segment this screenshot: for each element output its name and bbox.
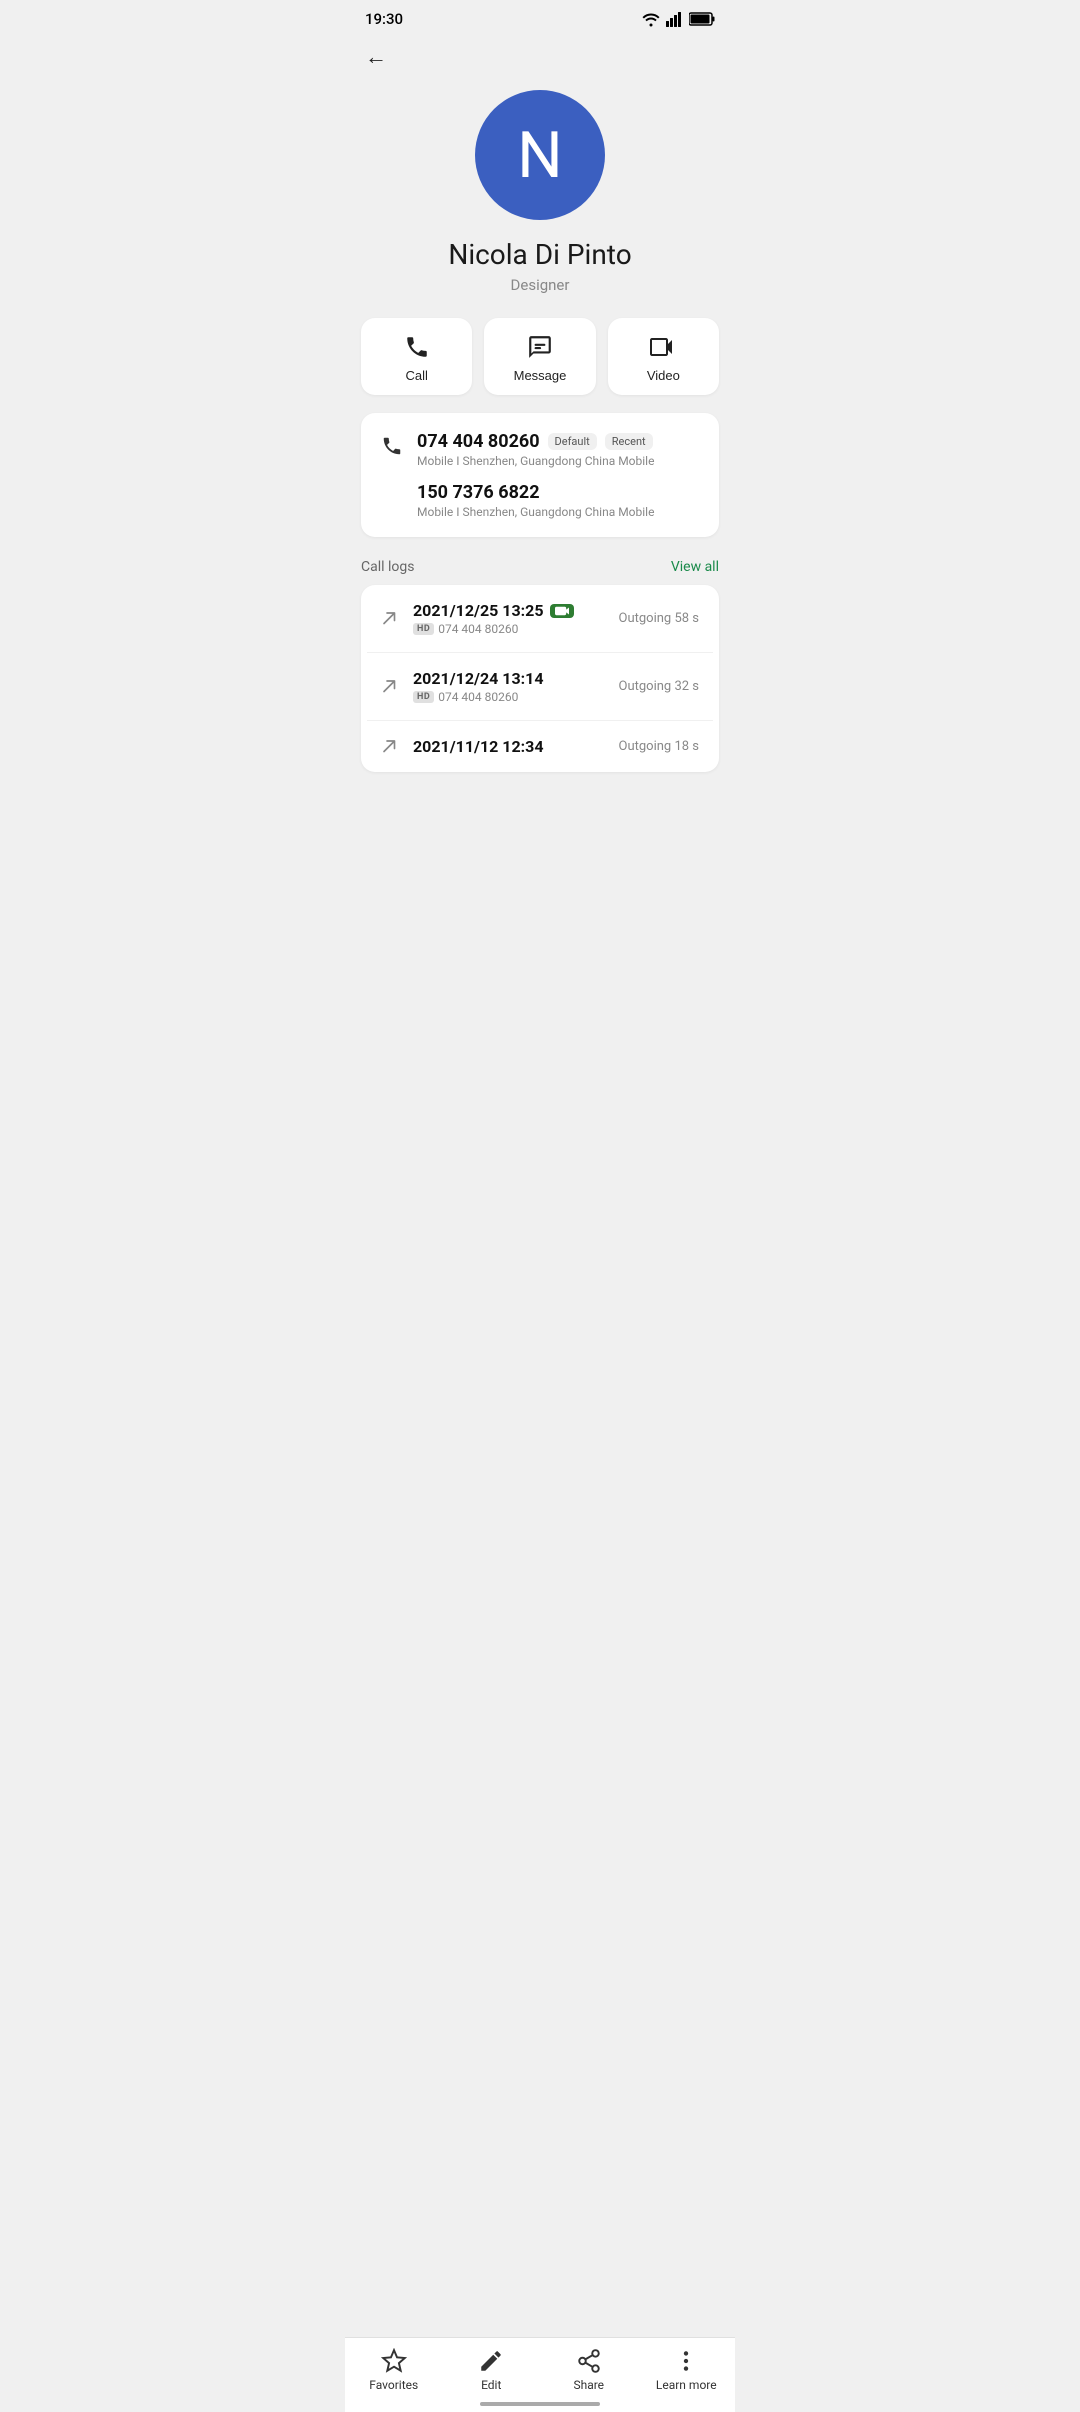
avatar-section: N (345, 90, 735, 220)
bottom-nav: Favorites Edit Share Learn more (345, 2337, 735, 2412)
badge-default: Default (548, 433, 597, 450)
contact-name: Nicola Di Pinto (345, 238, 735, 271)
phone-entry-1: 074 404 80260 Default Recent Mobile I Sh… (381, 431, 699, 519)
nav-item-share[interactable]: Share (540, 2348, 638, 2392)
battery-icon (689, 12, 715, 26)
call-number-row-2: HD 074 404 80260 (413, 690, 609, 704)
avatar-initial: N (517, 118, 563, 193)
outgoing-arrow-icon-3 (381, 738, 399, 756)
call-number-text-2: 074 404 80260 (438, 690, 518, 704)
message-icon (527, 334, 553, 360)
video-call-badge (550, 604, 574, 618)
call-datetime-3: 2021/11/12 12:34 (413, 737, 609, 756)
call-log-item-2[interactable]: 2021/12/24 13:14 HD 074 404 80260 Outgoi… (367, 653, 713, 721)
call-info-2: 2021/12/24 13:14 HD 074 404 80260 (413, 669, 609, 704)
status-bar: 19:30 (345, 0, 735, 34)
outgoing-arrow-icon-2 (381, 678, 399, 696)
badge-recent: Recent (605, 433, 653, 450)
edit-icon (478, 2348, 504, 2374)
nav-item-favorites[interactable]: Favorites (345, 2348, 443, 2392)
phone-sub-2: Mobile I Shenzhen, Guangdong China Mobil… (417, 505, 699, 519)
avatar: N (475, 90, 605, 220)
phone-number-icon (381, 435, 403, 457)
call-duration-1: Outgoing 58 s (619, 611, 700, 626)
call-duration-3: Outgoing 18 s (619, 739, 700, 754)
hd-badge-2: HD (413, 691, 434, 703)
call-info-1: 2021/12/25 13:25 HD 074 404 80260 (413, 601, 609, 636)
message-button[interactable]: Message (484, 318, 595, 395)
call-datetime-1: 2021/12/25 13:25 (413, 601, 609, 620)
wifi-icon (641, 11, 661, 27)
outgoing-arrow-icon-1 (381, 610, 399, 628)
call-label: Call (405, 368, 427, 383)
video-icon (649, 334, 677, 360)
nav-label-favorites: Favorites (369, 2378, 418, 2392)
call-datetime-2: 2021/12/24 13:14 (413, 669, 609, 688)
hd-badge-1: HD (413, 623, 434, 635)
back-button[interactable]: ← (345, 34, 735, 80)
nav-label-learn-more: Learn more (656, 2378, 717, 2392)
favorites-icon (381, 2348, 407, 2374)
call-logs-label: Call logs (361, 559, 414, 575)
signal-icon (666, 11, 684, 27)
share-icon (576, 2348, 602, 2374)
call-logs-header: Call logs View all (345, 555, 735, 585)
call-number-text-1: 074 404 80260 (438, 622, 518, 636)
home-indicator (480, 2402, 600, 2406)
action-buttons-row: Call Message Video (361, 318, 719, 395)
phone-numbers-card: 074 404 80260 Default Recent Mobile I Sh… (361, 413, 719, 537)
status-icons (641, 11, 715, 27)
call-log-item-1[interactable]: 2021/12/25 13:25 HD 074 404 80260 Outgoi… (367, 585, 713, 653)
call-log-item-3[interactable]: 2021/11/12 12:34 Outgoing 18 s (367, 721, 713, 772)
video-button[interactable]: Video (608, 318, 719, 395)
call-button[interactable]: Call (361, 318, 472, 395)
nav-item-edit[interactable]: Edit (443, 2348, 541, 2392)
phone-number-2[interactable]: 150 7376 6822 (417, 482, 699, 503)
nav-item-learn-more[interactable]: Learn more (638, 2348, 736, 2392)
status-time: 19:30 (365, 10, 403, 28)
call-number-row-1: HD 074 404 80260 (413, 622, 609, 636)
back-arrow-icon: ← (365, 45, 387, 70)
call-info-3: 2021/11/12 12:34 (413, 737, 609, 756)
video-label: Video (647, 368, 680, 383)
message-label: Message (514, 368, 567, 383)
more-icon (673, 2348, 699, 2374)
phone-numbers-info: 074 404 80260 Default Recent Mobile I Sh… (417, 431, 699, 519)
phone-number-1[interactable]: 074 404 80260 (417, 431, 540, 452)
nav-label-edit: Edit (481, 2378, 501, 2392)
phone-sub-1: Mobile I Shenzhen, Guangdong China Mobil… (417, 454, 699, 468)
call-duration-2: Outgoing 32 s (619, 679, 700, 694)
phone-number-row-1: 074 404 80260 Default Recent (417, 431, 699, 452)
phone-icon-wrap (381, 435, 403, 457)
view-all-button[interactable]: View all (671, 559, 719, 575)
contact-title: Designer (345, 276, 735, 294)
nav-label-share: Share (573, 2378, 604, 2392)
phone-icon (404, 334, 430, 360)
call-log-card: 2021/12/25 13:25 HD 074 404 80260 Outgoi… (361, 585, 719, 772)
